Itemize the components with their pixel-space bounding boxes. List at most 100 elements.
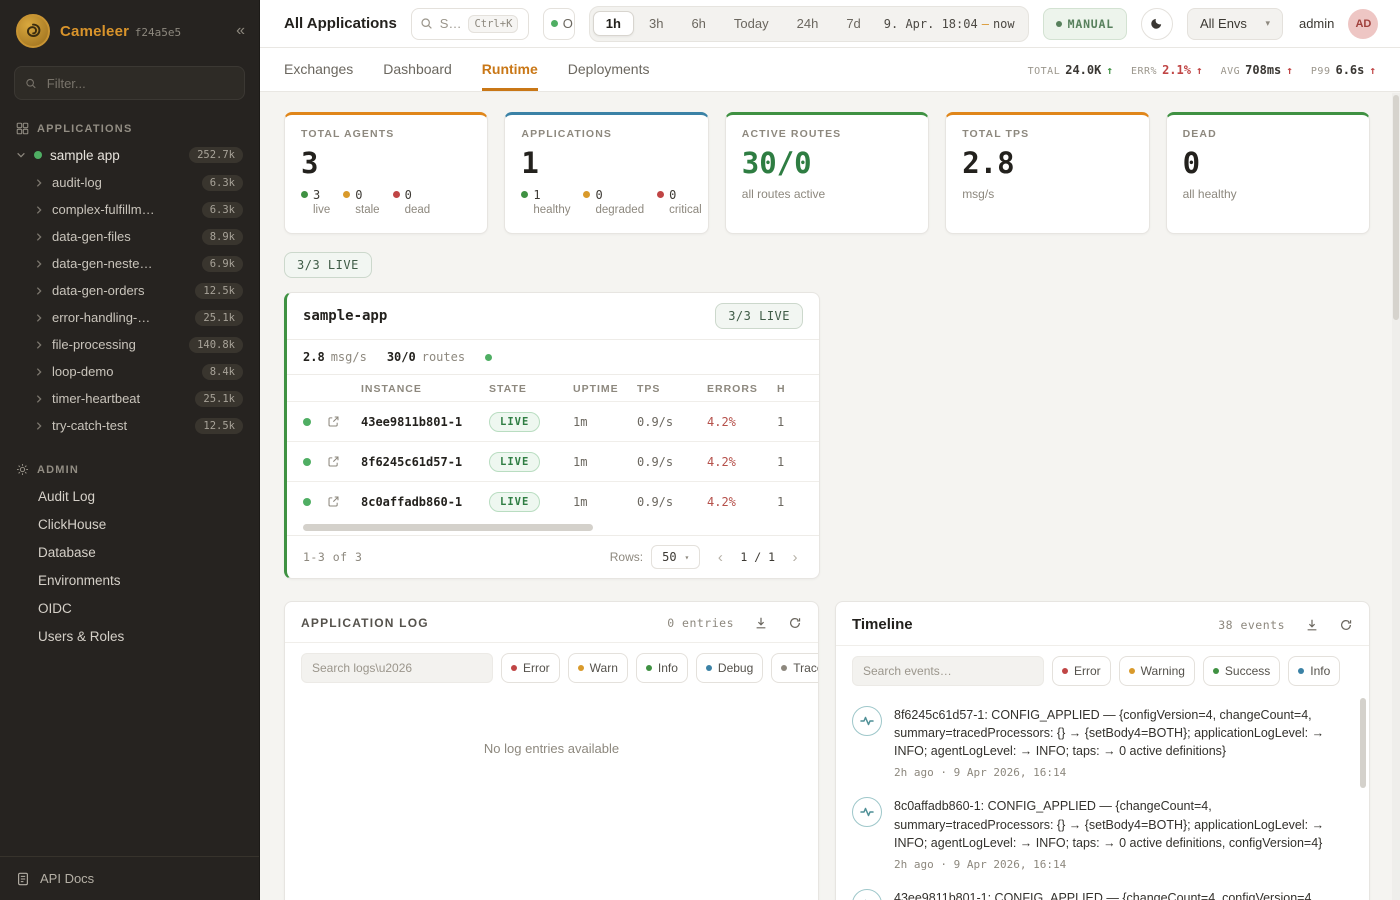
- rows-per-page-select[interactable]: 50 ▾: [651, 545, 700, 569]
- refresh-icon[interactable]: [788, 616, 802, 630]
- timeline-filter-chip[interactable]: Info: [1288, 656, 1340, 686]
- api-docs-link[interactable]: API Docs: [0, 856, 259, 900]
- avatar[interactable]: AD: [1348, 9, 1378, 39]
- sidebar-admin-item[interactable]: Audit Log: [0, 482, 259, 510]
- time-range-button[interactable]: 6h: [678, 11, 718, 36]
- filter-label: Trace: [793, 661, 818, 675]
- table-row[interactable]: 8c0affadb860-1 LIVE 1m 0.9/s 4.2% 1: [287, 481, 819, 521]
- timeline-filter-chip[interactable]: Warning: [1119, 656, 1195, 686]
- manual-mode-button[interactable]: MANUAL: [1043, 8, 1127, 40]
- sidebar-tree-child-item[interactable]: data-gen-neste… 6.9k: [0, 250, 259, 277]
- tab-item[interactable]: Exchanges: [284, 48, 353, 91]
- errors-cell: 4.2%: [707, 455, 777, 469]
- tree-child-label: try-catch-test: [52, 418, 127, 433]
- theme-toggle-button[interactable]: [1141, 8, 1173, 40]
- pagination-prev-button[interactable]: ‹: [708, 545, 732, 569]
- download-icon[interactable]: [1305, 618, 1319, 632]
- filter-dot: [511, 665, 517, 671]
- tab-item[interactable]: Dashboard: [383, 48, 452, 91]
- online-indicator[interactable]: O: [543, 8, 575, 40]
- env-select[interactable]: All Envs ▾: [1187, 8, 1283, 40]
- breakdown-item: 0 critical: [657, 188, 702, 217]
- log-filter-chip[interactable]: Warn: [568, 653, 628, 683]
- sidebar-item-sample-app[interactable]: sample app 252.7k: [0, 141, 259, 169]
- stat-card-subtext: all healthy: [1183, 187, 1353, 201]
- sidebar-tree-child-item[interactable]: data-gen-files 8.9k: [0, 223, 259, 250]
- external-link-icon[interactable]: [327, 455, 340, 468]
- table-footer: 1-3 of 3 Rows: 50 ▾ ‹ 1 / 1 ›: [287, 535, 819, 578]
- status-dot: [485, 354, 492, 361]
- sidebar-tree-child-item[interactable]: data-gen-orders 12.5k: [0, 277, 259, 304]
- stat-card-row: TOTAL AGENTS 3 3 live: [284, 112, 1370, 234]
- admin-section-label: ADMIN: [37, 464, 79, 476]
- refresh-icon[interactable]: [1339, 618, 1353, 632]
- sidebar-tree-child-item[interactable]: complex-fulfillm… 6.3k: [0, 196, 259, 223]
- filter-dot: [1129, 668, 1135, 674]
- global-search[interactable]: S… Ctrl+K: [411, 8, 529, 40]
- timeline-scrollbar-thumb[interactable]: [1360, 698, 1366, 788]
- sidebar-filter-input[interactable]: [45, 75, 234, 92]
- sidebar-tree-child-item[interactable]: file-processing 140.8k: [0, 331, 259, 358]
- log-filter-chip[interactable]: Error: [501, 653, 560, 683]
- table-row[interactable]: 8f6245c61d57-1 LIVE 1m 0.9/s 4.2% 1: [287, 441, 819, 481]
- log-filter-chip[interactable]: Debug: [696, 653, 763, 683]
- tps-cell: 0.9/s: [637, 495, 707, 509]
- pagination-next-button[interactable]: ›: [783, 545, 807, 569]
- time-range-button[interactable]: 1h: [593, 11, 634, 36]
- sidebar-admin-item[interactable]: Users & Roles: [0, 622, 259, 650]
- sidebar-admin-item[interactable]: ClickHouse: [0, 510, 259, 538]
- timeline-filter-chip[interactable]: Error: [1052, 656, 1111, 686]
- sidebar-admin-item[interactable]: OIDC: [0, 594, 259, 622]
- sidebar-admin-item[interactable]: Database: [0, 538, 259, 566]
- breakdown-value: 0: [595, 188, 644, 203]
- breakdown-label: degraded: [595, 203, 644, 217]
- window-scrollbar-thumb[interactable]: [1393, 95, 1399, 320]
- time-range-button[interactable]: 24h: [784, 11, 832, 36]
- external-link-icon[interactable]: [327, 415, 340, 428]
- env-select-value: All Envs: [1200, 16, 1247, 31]
- status-dot: [303, 498, 311, 506]
- time-range-group: 1h 3h 6h Today 24h 7d 9. Apr. 18:04—now: [589, 6, 1029, 42]
- breakdown-label: critical: [669, 203, 702, 217]
- log-search-input[interactable]: [301, 653, 493, 683]
- api-docs-label: API Docs: [40, 871, 94, 886]
- filter-label: Debug: [718, 661, 753, 675]
- date-range[interactable]: 9. Apr. 18:04—now: [876, 17, 1025, 31]
- breakdown-item: 1 healthy: [521, 188, 570, 217]
- row-range-label: 1-3 of 3: [303, 550, 362, 564]
- app-routes-unit: routes: [422, 350, 465, 364]
- log-filter-chip[interactable]: Info: [636, 653, 688, 683]
- download-icon[interactable]: [754, 616, 768, 630]
- online-dot: [551, 20, 558, 27]
- metric: TOTAL 24.0K ↑: [1028, 63, 1113, 77]
- timeline-event: 8f6245c61d57-1: CONFIG_APPLIED — {config…: [836, 696, 1369, 787]
- sidebar-tree-child-item[interactable]: loop-demo 8.4k: [0, 358, 259, 385]
- time-range-button[interactable]: 7d: [833, 11, 873, 36]
- sidebar-tree-child-item[interactable]: timer-heartbeat 25.1k: [0, 385, 259, 412]
- table-row[interactable]: 43ee9811b801-1 LIVE 1m 0.9/s 4.2% 1: [287, 401, 819, 441]
- status-dot: [657, 191, 664, 198]
- chameleon-icon: [22, 20, 44, 42]
- filter-label: Info: [658, 661, 678, 675]
- sidebar-tree-child-item[interactable]: error-handling-… 25.1k: [0, 304, 259, 331]
- tab-item[interactable]: Runtime: [482, 48, 538, 91]
- external-link-icon[interactable]: [327, 495, 340, 508]
- metric-label: TOTAL: [1028, 66, 1061, 77]
- time-range-button[interactable]: 3h: [636, 11, 676, 36]
- log-filter-chip[interactable]: Trace: [771, 653, 818, 683]
- horizontal-scrollbar-thumb[interactable]: [303, 524, 593, 531]
- row-status-cell: [287, 498, 327, 506]
- time-range-button[interactable]: Today: [721, 11, 782, 36]
- online-label: O: [563, 16, 573, 31]
- timeline-filter-chip[interactable]: Success: [1203, 656, 1280, 686]
- moon-icon: [1149, 16, 1164, 31]
- filter-label: Warn: [590, 661, 618, 675]
- sidebar-tree-child-item[interactable]: try-catch-test 12.5k: [0, 412, 259, 439]
- sidebar-admin-item[interactable]: Environments: [0, 566, 259, 594]
- timeline-search-input[interactable]: [852, 656, 1044, 686]
- app-card-metrics: 2.8 msg/s 30/0 routes: [287, 340, 819, 375]
- tab-item[interactable]: Deployments: [568, 48, 650, 91]
- event-time: 2h ago · 9 Apr 2026, 16:14: [894, 766, 1347, 779]
- sidebar-tree-child-item[interactable]: audit-log 6.3k: [0, 169, 259, 196]
- sidebar-collapse-button[interactable]: «: [236, 23, 245, 39]
